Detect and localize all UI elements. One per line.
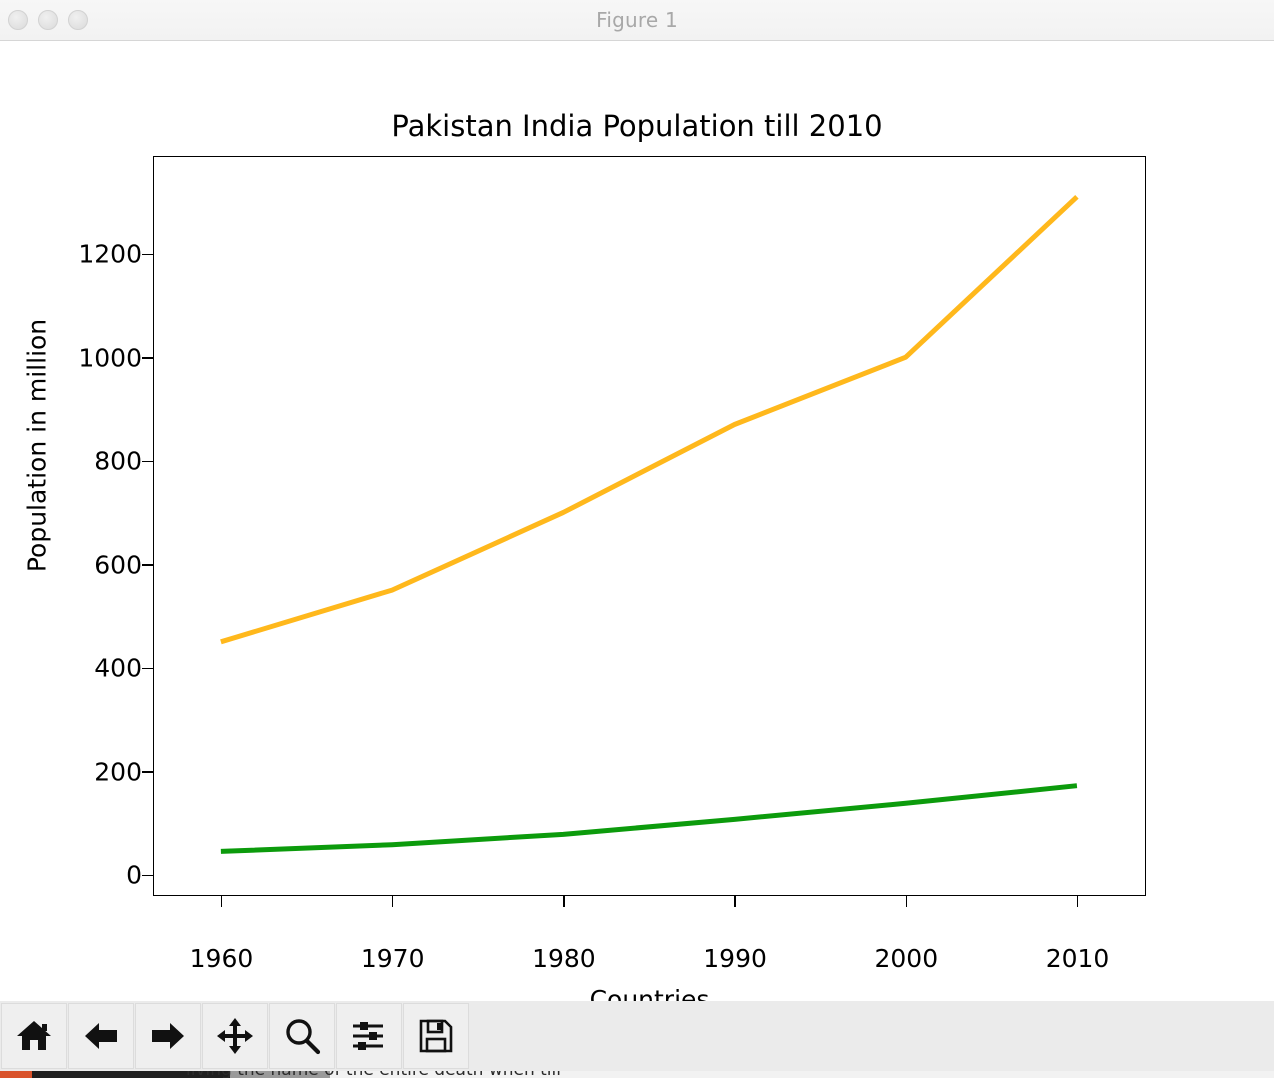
line-series-india: [220, 194, 1079, 645]
x-tick-label: 1980: [532, 944, 596, 973]
x-tick-label: 1960: [189, 944, 254, 973]
plot-area[interactable]: [153, 156, 1146, 896]
y-tick-label: 0: [126, 860, 142, 890]
floppy-save-icon[interactable]: [403, 1003, 469, 1069]
y-tick-mark: [142, 357, 153, 359]
x-tick-label: 2000: [874, 944, 939, 973]
y-tick-label: 1000: [78, 343, 142, 373]
matplotlib-figure-window: Figure 1 Pakistan India Population till …: [0, 0, 1274, 1078]
x-tick-mark: [391, 896, 394, 907]
y-tick-mark: [142, 874, 153, 877]
sliders-configure-icon[interactable]: [336, 1003, 402, 1069]
x-tick-mark: [905, 896, 908, 907]
window-titlebar: Figure 1: [0, 0, 1274, 41]
back-arrow-icon[interactable]: [68, 1003, 134, 1069]
bg-accent-bar: [0, 1071, 32, 1078]
x-tick-mark: [563, 896, 565, 907]
figure-canvas[interactable]: Pakistan India Population till 2010 Popu…: [0, 41, 1274, 1014]
y-tick-mark: [142, 253, 153, 256]
chart-title: Pakistan India Population till 2010: [391, 109, 883, 143]
x-tick-label: 1990: [703, 944, 767, 973]
window-title: Figure 1: [596, 8, 678, 32]
x-tick-mark: [734, 896, 736, 907]
magnifier-zoom-icon[interactable]: [269, 1003, 335, 1069]
y-tick-label: 200: [94, 757, 142, 787]
y-tick-mark: [142, 564, 153, 566]
bg-window-text: living the name of the entire death when…: [186, 1071, 561, 1078]
navigation-toolbar: [0, 1001, 1274, 1071]
x-tick-label: 2010: [1045, 944, 1110, 973]
pan-move-icon[interactable]: [202, 1003, 268, 1069]
y-tick-mark: [142, 771, 153, 773]
y-tick-label: 400: [94, 653, 142, 683]
background-window-sliver[interactable]: living the name of the entire death when…: [0, 1071, 1274, 1078]
y-tick-mark: [142, 667, 153, 670]
y-tick-label: 600: [94, 550, 142, 580]
home-icon[interactable]: [1, 1003, 67, 1069]
x-tick-mark: [220, 896, 223, 907]
forward-arrow-icon[interactable]: [135, 1003, 201, 1069]
line-series-pakistan: [220, 783, 1078, 854]
x-tick-label: 1970: [360, 944, 425, 973]
data-lines: [220, 194, 1079, 854]
x-tick-mark: [1076, 896, 1079, 907]
y-tick-label: 800: [94, 446, 142, 476]
y-tick-mark: [142, 460, 153, 463]
y-tick-label: 1200: [78, 239, 142, 269]
